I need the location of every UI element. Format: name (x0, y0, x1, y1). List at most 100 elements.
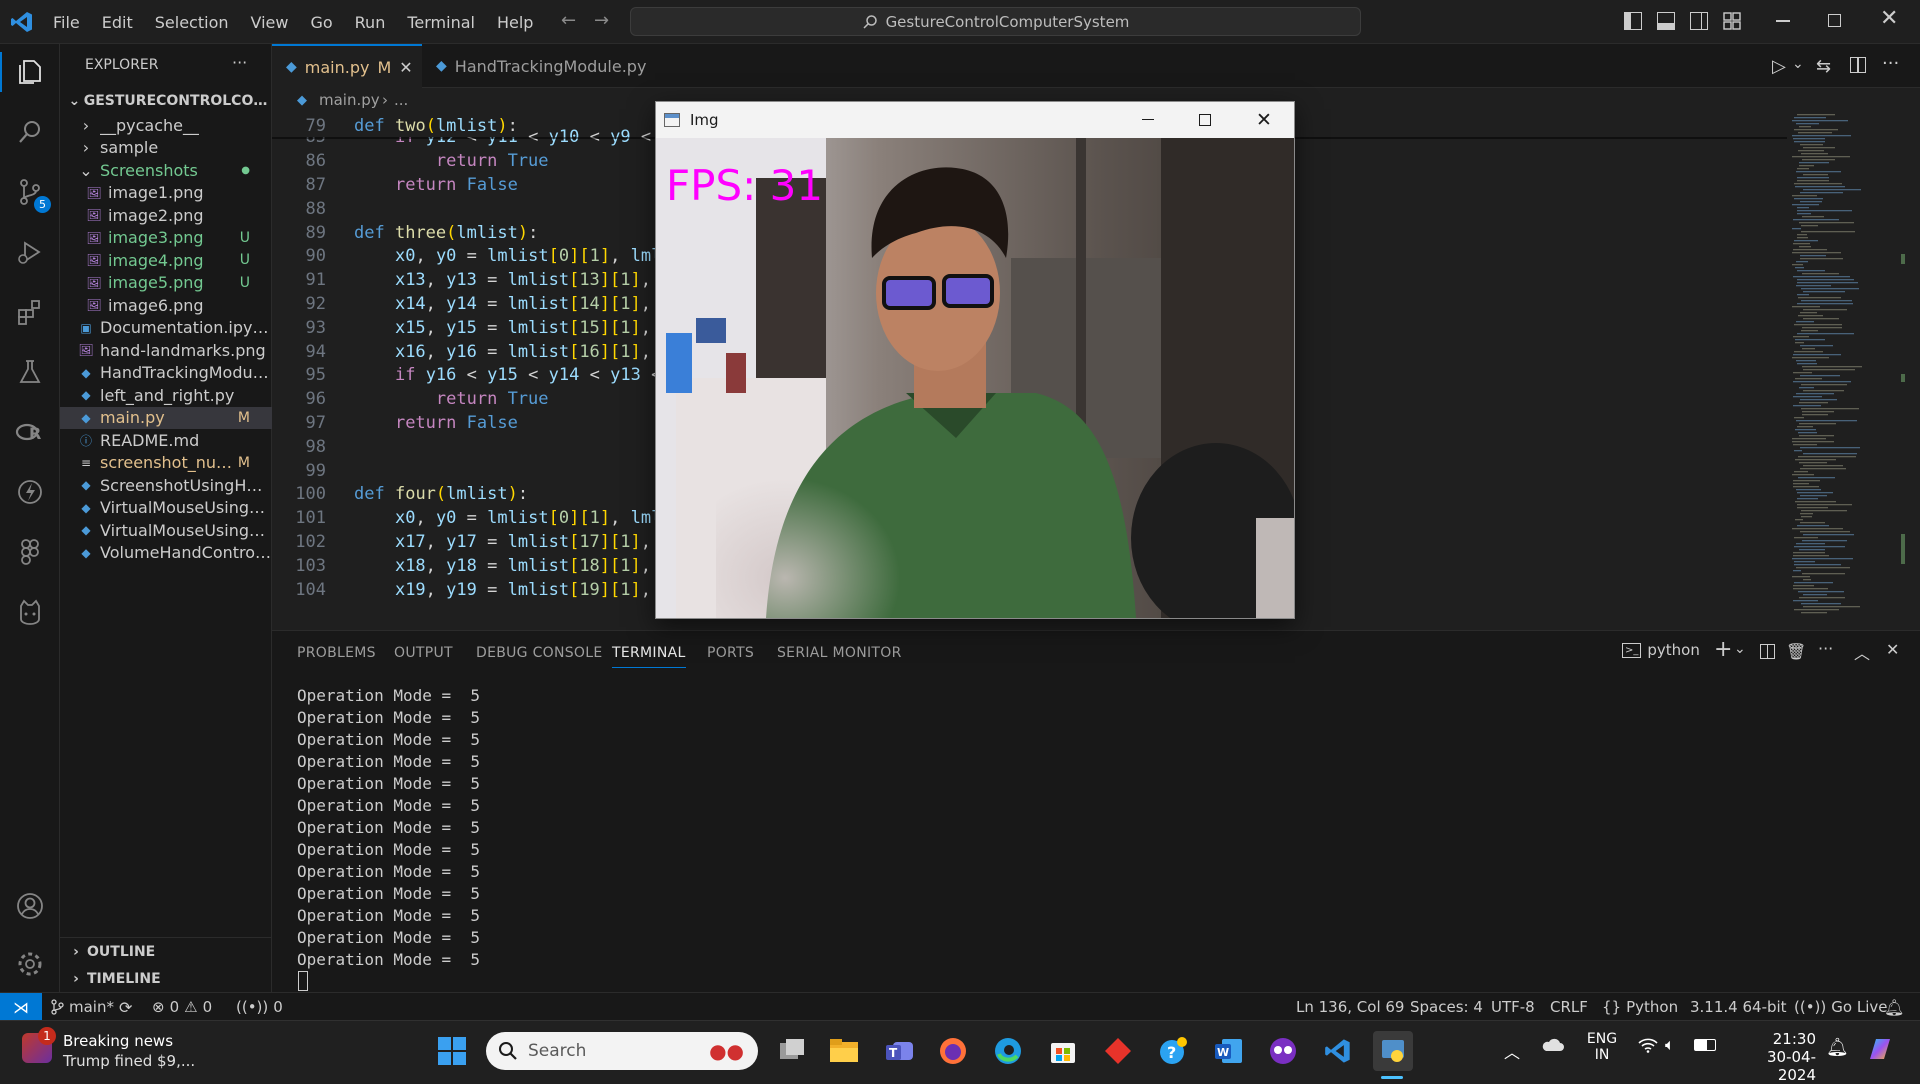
explorer-item-file[interactable]: ⓘ README.md (60, 429, 272, 451)
explorer-item-file[interactable]: 🖼 image2.png (60, 204, 272, 226)
explorer-item-file[interactable]: 🖼 hand-landmarks.png (60, 339, 272, 361)
menu-go[interactable]: Go (299, 13, 343, 32)
start-button-windows-icon[interactable] (432, 1031, 472, 1071)
explorer-item-folder[interactable]: › __pycache__ (60, 114, 272, 136)
vscode-taskbar-icon[interactable] (1318, 1031, 1358, 1071)
manage-gear-icon[interactable] (10, 944, 50, 984)
explorer-item-file[interactable]: ◆ VirtualMouseUsingYo... (60, 519, 272, 541)
wifi-icon[interactable] (1638, 1037, 1658, 1057)
taskbar-search-box[interactable]: Search ●● (486, 1032, 758, 1070)
testing-flask-icon[interactable] (10, 352, 50, 392)
menu-view[interactable]: View (240, 13, 300, 32)
tab-terminal[interactable]: TERMINAL (612, 645, 686, 668)
timeline-section[interactable]: › TIMELINE (60, 965, 272, 992)
explorer-item-file[interactable]: ◆ VolumeHandControl.py (60, 542, 272, 564)
run-debug-icon[interactable] (10, 232, 50, 272)
teams-icon[interactable]: T (879, 1031, 919, 1071)
terminal-shell-selector[interactable]: >_ python (1622, 641, 1700, 659)
forward-arrow-icon[interactable]: → (594, 10, 609, 31)
explorer-item-file[interactable]: ≡ screenshot_num... M (60, 452, 272, 474)
vscode-logo-icon[interactable] (10, 10, 34, 34)
more-actions-icon[interactable]: ··· (1818, 639, 1833, 658)
cursor-position[interactable]: Ln 136, Col 69 (1296, 993, 1404, 1021)
close-icon[interactable]: ✕ (1880, 8, 1898, 30)
breadcrumb-symbol[interactable]: ... (394, 91, 408, 109)
firefox-icon[interactable] (933, 1031, 973, 1071)
battery-icon[interactable] (1694, 1039, 1716, 1051)
new-terminal-plus-icon[interactable]: + (1714, 637, 1732, 662)
problems-indicator[interactable]: ⊗ 0 ⚠ 0 (152, 993, 212, 1021)
tab-debug-console[interactable]: DEBUG CONSOLE (476, 645, 603, 661)
volume-icon[interactable]: 🔈︎ (1665, 1035, 1675, 1055)
eye-app-icon[interactable] (1263, 1031, 1303, 1071)
python-interpreter[interactable]: 3.11.4 64-bit (1690, 993, 1787, 1021)
tab-serial-monitor[interactable]: SERIAL MONITOR (777, 645, 902, 661)
toggle-secondary-sidebar-icon[interactable] (1690, 12, 1708, 30)
extensions-icon[interactable] (10, 292, 50, 332)
explorer-item-file[interactable]: ▣ Documentation.ipynb (60, 317, 272, 339)
onedrive-cloud-icon[interactable] (1540, 1037, 1564, 1053)
explorer-item-file[interactable]: 🖼 image1.png (60, 182, 272, 204)
search-sidebar-icon[interactable] (10, 112, 50, 152)
split-editor-icon[interactable] (1850, 57, 1866, 73)
maximize-icon[interactable] (1828, 14, 1841, 27)
outline-section[interactable]: › OUTLINE (60, 938, 272, 965)
end-of-line[interactable]: CRLF (1550, 993, 1588, 1021)
toggle-panel-icon[interactable] (1657, 12, 1675, 30)
indentation[interactable]: Spaces: 4 (1410, 993, 1483, 1021)
menu-help[interactable]: Help (486, 13, 544, 32)
img-window-titlebar[interactable]: Img ✕ (656, 102, 1294, 138)
news-subtitle[interactable]: Trump fined $9,... (63, 1052, 195, 1070)
news-widget-icon[interactable]: 1 (22, 1027, 56, 1065)
clock[interactable]: 21:30 30-04-2024 (1736, 1030, 1816, 1084)
trash-icon[interactable]: 🗑 (1786, 642, 1806, 661)
menu-edit[interactable]: Edit (91, 13, 144, 32)
red-diamond-app-icon[interactable] (1098, 1031, 1138, 1071)
run-python-file-icon[interactable]: ▷ (1772, 56, 1786, 77)
news-title[interactable]: Breaking news (63, 1032, 173, 1050)
back-arrow-icon[interactable]: ← (561, 10, 576, 31)
explorer-item-file[interactable]: ◆ ScreenshotUsingHan... (60, 474, 272, 496)
explorer-item-file[interactable]: ◆ HandTrackingModule.... (60, 362, 272, 384)
minimap[interactable] (1787, 114, 1907, 630)
remote-indicator-icon[interactable]: ⋊ (0, 993, 42, 1021)
split-terminal-icon[interactable] (1760, 644, 1775, 659)
tab-main-py[interactable]: ◆ main.py M ✕ (272, 44, 422, 88)
show-hidden-icons-chevron-icon[interactable]: ︿ (1504, 1039, 1520, 1063)
explorer-item-file[interactable]: ◆ left_and_right.py (60, 384, 272, 406)
language-mode[interactable]: {} Python (1602, 993, 1678, 1021)
terminal-dropdown-icon[interactable]: ⌄ (1734, 641, 1746, 657)
compare-changes-icon[interactable]: ⇆ (1816, 56, 1831, 77)
workspace-root-folder[interactable]: ⌄ GESTURECONTROLCOMPU... (60, 87, 273, 114)
minimize-icon[interactable] (1142, 119, 1154, 121)
explorer-item-file[interactable]: 🖼 image4.png U (60, 249, 272, 271)
menu-terminal[interactable]: Terminal (396, 13, 486, 32)
ports-indicator[interactable]: ((•)) 0 (236, 993, 283, 1021)
command-center-search[interactable]: GestureControlComputerSystem (630, 7, 1361, 36)
customize-layout-icon[interactable] (1723, 12, 1741, 30)
breadcrumb-file[interactable]: main.py (319, 91, 380, 109)
encoding[interactable]: UTF-8 (1491, 993, 1535, 1021)
explorer-item-file[interactable]: ◆ main.py M (60, 406, 272, 429)
remote-explorer-icon[interactable]: R (10, 412, 50, 452)
python-taskbar-icon[interactable] (1373, 1031, 1413, 1071)
explorer-item-file[interactable]: 🖼 image5.png U (60, 272, 272, 294)
menu-file[interactable]: File (42, 13, 91, 32)
close-icon[interactable]: ✕ (1256, 109, 1272, 131)
more-actions-icon[interactable]: ··· (1882, 53, 1899, 74)
explorer-icon[interactable] (10, 52, 50, 92)
notification-bell-icon[interactable]: 🔔︎ (1826, 1037, 1849, 1058)
close-panel-icon[interactable]: ✕ (1886, 640, 1899, 659)
copilot-help-icon[interactable]: ? (1153, 1031, 1193, 1071)
notifications-bell-icon[interactable]: 🔔︎ (1884, 993, 1904, 1021)
language-indicator[interactable]: ENG IN (1586, 1031, 1618, 1063)
go-live[interactable]: ((•)) Go Live (1794, 993, 1887, 1021)
source-control-icon[interactable]: 5 (10, 172, 51, 213)
git-branch[interactable]: main* ⟳ (50, 993, 132, 1021)
explorer-item-file[interactable]: 🖼 image6.png (60, 294, 272, 316)
file-explorer-icon[interactable] (824, 1031, 864, 1071)
microsoft-store-icon[interactable] (1043, 1031, 1083, 1071)
menu-run[interactable]: Run (344, 13, 397, 32)
word-icon[interactable]: W (1208, 1031, 1248, 1071)
close-tab-icon[interactable]: ✕ (399, 58, 412, 77)
